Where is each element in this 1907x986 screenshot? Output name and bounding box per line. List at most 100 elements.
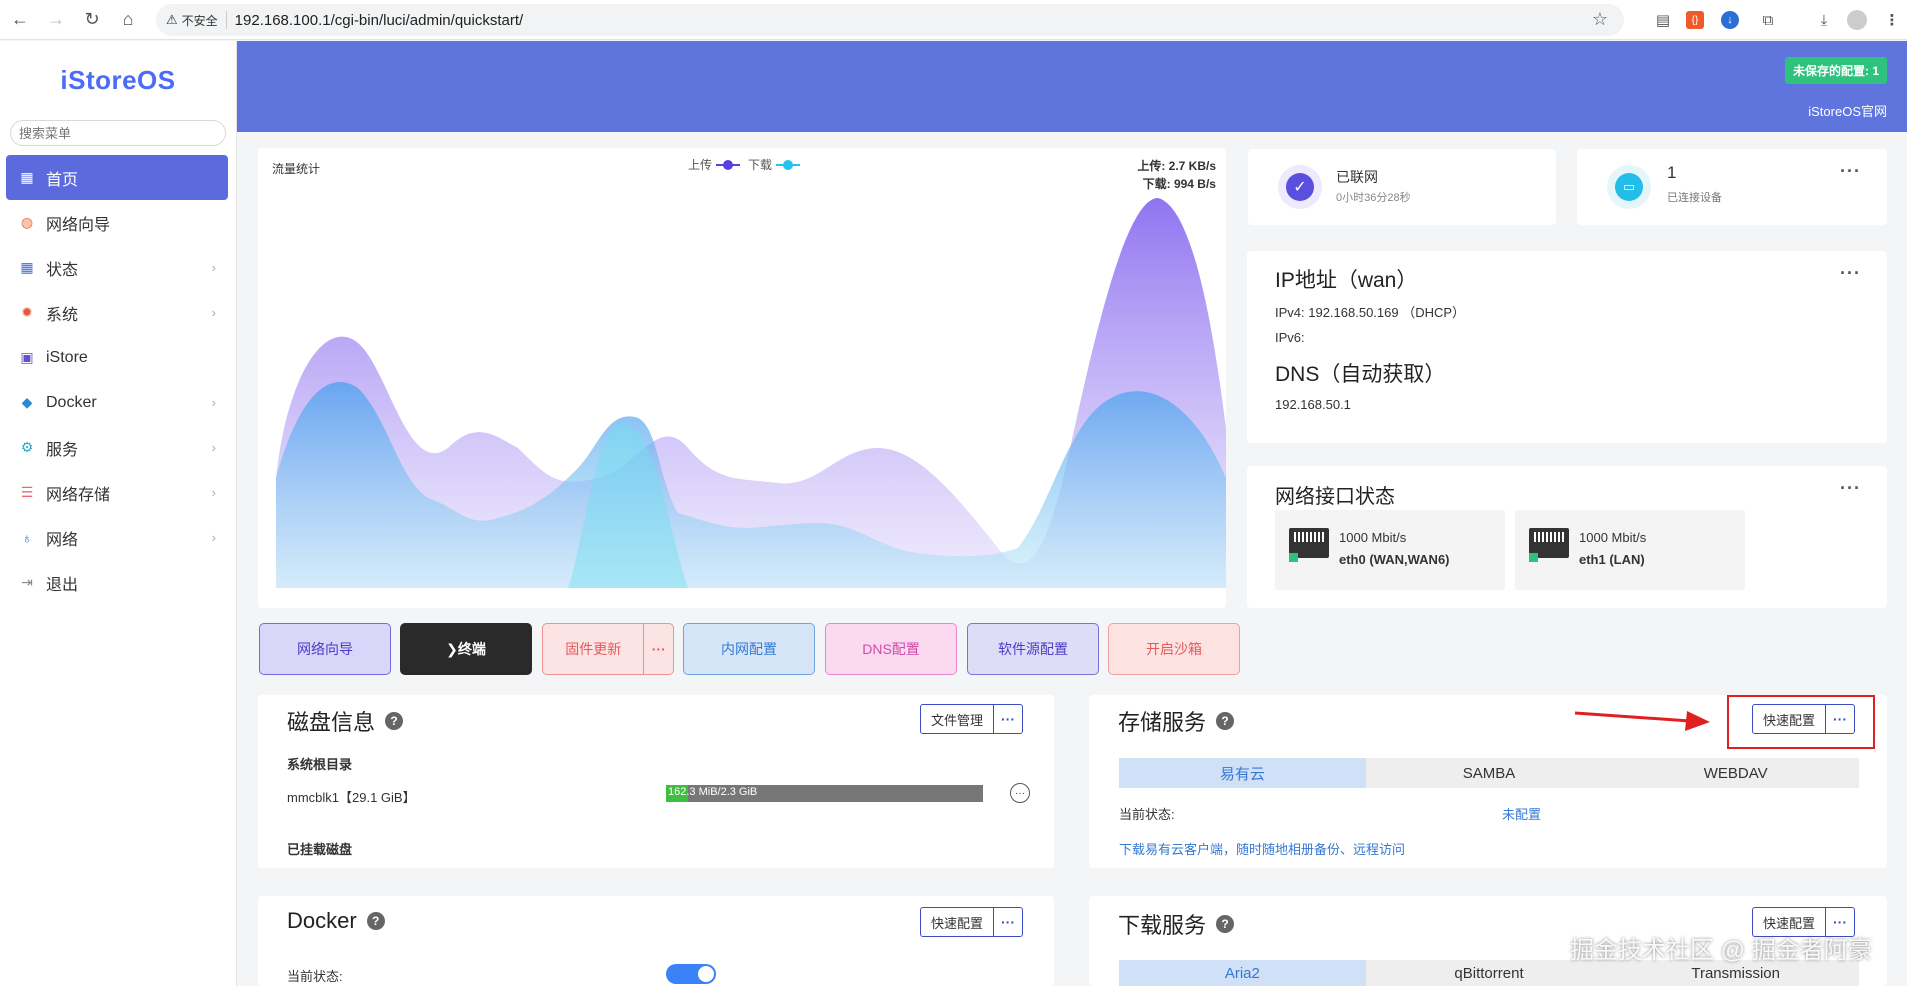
storage-quick-config-group: 快速配置 ··· bbox=[1752, 704, 1856, 734]
internet-status-card[interactable]: ✓ 已联网 0小时36分28秒 bbox=[1248, 149, 1556, 225]
ipv4-text: IPv4: 192.168.50.169 （DHCP） bbox=[1275, 305, 1466, 320]
reload-icon[interactable]: ↻ bbox=[76, 4, 108, 36]
sidebar-item-network-wizard[interactable]: ◍ 网络向导 bbox=[0, 200, 236, 245]
logo[interactable]: iStoreOS bbox=[0, 65, 236, 96]
more-icon[interactable]: ··· bbox=[1840, 263, 1861, 284]
url-text[interactable]: 192.168.100.1/cgi-bin/luci/admin/quickst… bbox=[235, 12, 524, 29]
sidebar-item-system[interactable]: ✹ 系统 › bbox=[0, 290, 236, 335]
traffic-chart-card: 流量统计 上传 下载 上传: 2.7 KB/s 下载: 994 B/s bbox=[258, 148, 1226, 608]
database-icon: ☰ bbox=[20, 484, 34, 500]
file-manager-group: 文件管理 ··· bbox=[920, 704, 1024, 734]
check-icon: ✓ bbox=[1286, 173, 1314, 201]
menu-kebab-icon[interactable]: ⋮ bbox=[1880, 8, 1904, 32]
sidebar-item-label: 网络向导 bbox=[46, 216, 111, 234]
help-icon[interactable]: ? bbox=[366, 912, 385, 930]
network-wizard-button[interactable]: 网络向导 bbox=[259, 623, 391, 675]
sidebar-item-docker[interactable]: ◆ Docker › bbox=[0, 380, 236, 425]
more-icon[interactable]: ··· bbox=[1840, 161, 1861, 182]
storage-status-value[interactable]: 未配置 bbox=[1502, 804, 1541, 823]
sandbox-button[interactable]: 开启沙箱 bbox=[1108, 623, 1240, 675]
ipv6-text: IPv6: bbox=[1275, 330, 1305, 345]
extension-icon[interactable]: ↓ bbox=[1721, 11, 1739, 29]
sidebar-item-logout[interactable]: ⇥ 退出 bbox=[0, 560, 236, 605]
sidebar-item-network[interactable]: ♁ 网络 › bbox=[0, 515, 236, 560]
more-icon[interactable]: ··· bbox=[643, 624, 673, 674]
storage-tabs: 易有云 SAMBA WEBDAV bbox=[1119, 758, 1859, 788]
security-label: 不安全 bbox=[181, 13, 218, 28]
storage-services-card: 存储服务? 快速配置 ··· 易有云 SAMBA WEBDAV 当前状态: 未配… bbox=[1089, 695, 1887, 868]
interfaces-title: 网络接口状态 bbox=[1275, 486, 1395, 508]
sidebar-item-services[interactable]: ⚙ 服务 › bbox=[0, 425, 236, 470]
devices-card[interactable]: ▭ 1 已连接设备 ··· bbox=[1577, 149, 1887, 225]
devices-icon-wrap: ▭ bbox=[1607, 165, 1651, 209]
disk-more-icon[interactable]: ··· bbox=[1010, 783, 1030, 803]
disk-usage-bar: 162.3 MiB/2.3 GiB bbox=[666, 785, 983, 802]
extension-icon[interactable]: {} bbox=[1686, 11, 1704, 29]
uptime-text: 0小时36分28秒 bbox=[1336, 192, 1411, 204]
port-name: eth0 (WAN,WAN6) bbox=[1339, 552, 1450, 567]
file-manager-button[interactable]: 文件管理 bbox=[921, 705, 995, 733]
security-indicator[interactable]: ⚠ 不安全 bbox=[166, 12, 218, 29]
watermark-text: 掘金技术社区 @ 掘金者阿豪 bbox=[1570, 937, 1872, 964]
tab-yiyouyun[interactable]: 易有云 bbox=[1119, 758, 1366, 788]
gear-icon: ✹ bbox=[21, 304, 33, 320]
sidebar-item-label: Docker bbox=[46, 393, 97, 411]
extensions-puzzle-icon[interactable]: ⧉ bbox=[1756, 8, 1780, 32]
sidebar-item-label: iStore bbox=[46, 348, 88, 366]
more-icon[interactable]: ··· bbox=[1826, 705, 1854, 733]
port-eth0[interactable]: 1000 Mbit/s eth0 (WAN,WAN6) bbox=[1275, 510, 1505, 590]
software-source-button[interactable]: 软件源配置 bbox=[967, 623, 1099, 675]
disk-usage-text: 162.3 MiB/2.3 GiB bbox=[668, 786, 758, 798]
tab-samba[interactable]: SAMBA bbox=[1366, 758, 1613, 788]
download-client-link[interactable]: 下载易有云客户端，随时随地相册备份、远程访问 bbox=[1119, 839, 1405, 858]
address-bar[interactable]: ⚠ 不安全 192.168.100.1/cgi-bin/luci/admin/q… bbox=[156, 4, 1624, 36]
firmware-update-button[interactable]: 固件更新 ··· bbox=[542, 623, 674, 675]
tab-aria2[interactable]: Aria2 bbox=[1119, 960, 1366, 986]
help-icon[interactable]: ? bbox=[385, 712, 404, 730]
docker-status-label: 当前状态: bbox=[287, 969, 343, 984]
ip-title: IP地址（wan） bbox=[1275, 269, 1418, 292]
sidebar-item-nas[interactable]: ☰ 网络存储 › bbox=[0, 470, 236, 515]
more-icon[interactable]: ··· bbox=[1840, 478, 1861, 499]
warning-icon: ⚠ bbox=[166, 12, 178, 27]
chevron-right-icon: › bbox=[211, 485, 216, 500]
ethernet-port-icon bbox=[1289, 528, 1329, 562]
divider bbox=[225, 11, 227, 29]
unsaved-changes-badge[interactable]: 未保存的配置: 1 bbox=[1784, 57, 1887, 84]
bookmark-star-icon[interactable]: ☆ bbox=[1592, 9, 1608, 30]
help-icon[interactable]: ? bbox=[1216, 915, 1235, 933]
grid-icon: ▦ bbox=[20, 259, 34, 275]
devices-label: 已连接设备 bbox=[1667, 192, 1722, 204]
official-site-link[interactable]: iStoreOS官网 bbox=[1808, 101, 1887, 120]
disk-info-card: 磁盘信息? 文件管理 ··· 系统根目录 mmcblk1【29.1 GiB】 1… bbox=[258, 695, 1054, 868]
extension-icon[interactable]: ▤ bbox=[1651, 8, 1675, 32]
sidebar-item-status[interactable]: ▦ 状态 › bbox=[0, 245, 236, 290]
sidebar-item-label: 退出 bbox=[46, 576, 79, 594]
logout-icon: ⇥ bbox=[21, 574, 33, 590]
device-count: 1 bbox=[1667, 163, 1677, 182]
more-icon[interactable]: ··· bbox=[994, 908, 1022, 936]
lan-config-button[interactable]: 内网配置 bbox=[683, 623, 815, 675]
sidebar-menu: ▦ 首页 ◍ 网络向导 ▦ 状态 › ✹ 系统 › ▣ iStore ◆ Doc… bbox=[0, 155, 236, 605]
globe-icon: ◍ bbox=[20, 214, 34, 230]
docker-quick-config-button[interactable]: 快速配置 bbox=[921, 908, 995, 936]
sidebar-item-istore[interactable]: ▣ iStore bbox=[0, 335, 236, 380]
back-icon[interactable]: ← bbox=[4, 4, 36, 36]
dns-config-button[interactable]: DNS配置 bbox=[825, 623, 957, 675]
tab-webdav[interactable]: WEBDAV bbox=[1612, 758, 1859, 788]
menu-search-input[interactable] bbox=[10, 120, 226, 146]
sidebar-item-home[interactable]: ▦ 首页 bbox=[6, 155, 228, 200]
port-eth1[interactable]: 1000 Mbit/s eth1 (LAN) bbox=[1515, 510, 1745, 590]
forward-icon[interactable]: → bbox=[40, 4, 72, 36]
download-icon[interactable]: ⤓ bbox=[1812, 8, 1836, 32]
terminal-button[interactable]: ❯终端 bbox=[400, 623, 532, 675]
profile-avatar[interactable] bbox=[1847, 10, 1867, 30]
annotation-arrow bbox=[1575, 711, 1710, 731]
more-icon[interactable]: ··· bbox=[994, 705, 1022, 733]
disk-device: mmcblk1【29.1 GiB】 bbox=[287, 790, 416, 805]
chevron-right-icon: › bbox=[211, 260, 216, 275]
docker-toggle[interactable] bbox=[666, 964, 716, 984]
storage-quick-config-button[interactable]: 快速配置 bbox=[1753, 705, 1827, 733]
home-icon[interactable]: ⌂ bbox=[112, 4, 144, 36]
help-icon[interactable]: ? bbox=[1216, 712, 1235, 730]
